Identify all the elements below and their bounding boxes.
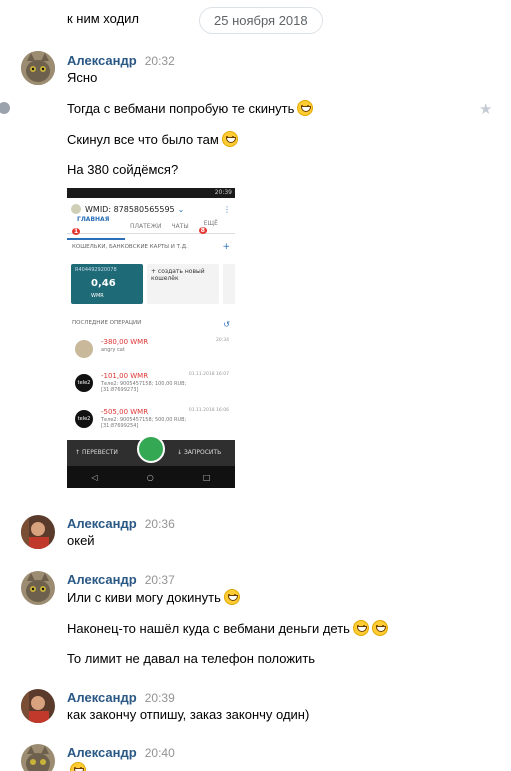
message-text: То лимит не давал на телефон положить xyxy=(67,651,316,666)
avatar[interactable] xyxy=(21,689,55,723)
request-button-label: ↓ ЗАПРОСИТЬ xyxy=(177,449,222,456)
date-separator[interactable]: 25 ноября 2018 xyxy=(199,7,323,34)
message-time[interactable]: 20:40 xyxy=(145,746,175,760)
message-author[interactable]: Александр 20:37 xyxy=(67,572,175,587)
grin-emoji-icon xyxy=(297,100,314,116)
star-icon[interactable]: ★ xyxy=(479,100,492,118)
message-author[interactable]: Александр 20:32 xyxy=(67,53,175,68)
rofl-emoji-icon xyxy=(371,620,388,636)
message-text: Тогда с вебмани попробую те скинуть xyxy=(67,100,314,116)
message-text: окей xyxy=(67,533,95,548)
back-icon: ◁ xyxy=(91,472,98,482)
send-button-label: ↑ ПЕРЕВЕСТИ xyxy=(75,449,118,456)
history-icon: ↺ xyxy=(223,320,230,329)
message-time[interactable]: 20:32 xyxy=(145,54,175,68)
author-name[interactable]: Александр xyxy=(67,690,137,705)
tab-more: ЕЩЁ 8 xyxy=(198,219,218,234)
wallets-section-title: КОШЕЛЬКИ, БАНКОВСКИЕ КАРТЫ И Т.Д. + xyxy=(72,242,230,252)
grin-emoji-icon xyxy=(221,131,238,147)
message-text xyxy=(67,762,86,771)
more-icon: ⋮ xyxy=(223,204,231,214)
author-name[interactable]: Александр xyxy=(67,53,137,68)
operation-row: tele2 -101,00 WMR Теле2: 9005457158; 100… xyxy=(71,370,233,398)
wallet-card: R404492920078 0,46 WMR xyxy=(71,264,143,304)
tele2-logo-icon: tele2 xyxy=(75,410,93,428)
new-wallet-card: + создать новый кошелёк xyxy=(147,264,219,304)
message-text: На 380 сойдёмся? xyxy=(67,162,179,177)
tab-chats: ЧАТЫ xyxy=(171,223,189,230)
status-bar: 20:39 xyxy=(67,188,235,198)
author-name[interactable]: Александр xyxy=(67,745,137,760)
tab-payments: ПЛАТЕЖИ xyxy=(130,223,162,230)
message-text: Ясно xyxy=(67,70,98,85)
message-time[interactable]: 20:37 xyxy=(145,573,175,587)
author-name[interactable]: Александр xyxy=(67,572,137,587)
operation-row: tele2 -505,00 WMR Теле2: 9005457158; 500… xyxy=(71,406,233,434)
home-icon: ○ xyxy=(146,472,154,482)
avatar[interactable] xyxy=(21,51,55,85)
avatar[interactable] xyxy=(21,571,55,605)
flushed-emoji-icon xyxy=(352,620,369,636)
select-check-icon[interactable] xyxy=(0,102,10,114)
message-author[interactable]: Александр 20:40 xyxy=(67,745,175,760)
message-text: Наконец-то нашёл куда с вебмани деньги д… xyxy=(67,620,388,636)
phone-tabs: ГЛАВНАЯ 1 ПЛАТЕЖИ ЧАТЫ ЕЩЁ 8 xyxy=(67,216,235,240)
message-text: Или с киви могу докинуть xyxy=(67,589,240,605)
attached-screenshot[interactable]: 20:39 WMID: 878580565595 ⌄ ⋮ ГЛАВНАЯ 1 П… xyxy=(67,188,235,488)
grin-emoji-icon xyxy=(223,589,240,605)
avatar-icon xyxy=(71,204,81,214)
tab-main: ГЛАВНАЯ 1 xyxy=(67,214,125,240)
next-card-stub xyxy=(223,264,235,304)
recents-icon: □ xyxy=(202,472,211,482)
avatar[interactable] xyxy=(21,744,55,771)
message-text: как закончу отпишу, заказ закончу один) xyxy=(67,707,310,722)
plus-icon: + xyxy=(222,242,230,252)
grin-emoji-icon xyxy=(70,762,86,771)
previous-message-text: к ним ходил xyxy=(67,11,140,26)
message-time[interactable]: 20:39 xyxy=(145,691,175,705)
wmid-label: WMID: 878580565595 xyxy=(85,204,175,214)
android-nav-bar: ◁ ○ □ xyxy=(67,466,235,488)
message-text: Скинул все что было там xyxy=(67,131,238,147)
author-name[interactable]: Александр xyxy=(67,516,137,531)
operations-section-title: ПОСЛЕДНИЕ ОПЕРАЦИИ ↺ xyxy=(72,320,230,329)
operation-row: -380,00 WMR angry cat 20:34 xyxy=(71,336,233,364)
qr-fab-icon xyxy=(137,435,165,463)
avatar[interactable] xyxy=(21,515,55,549)
message-author[interactable]: Александр 20:36 xyxy=(67,516,175,531)
cat-avatar-icon xyxy=(75,340,93,358)
message-author[interactable]: Александр 20:39 xyxy=(67,690,175,705)
tele2-logo-icon: tele2 xyxy=(75,374,93,392)
message-time[interactable]: 20:36 xyxy=(145,517,175,531)
chevron-down-icon: ⌄ xyxy=(177,204,185,214)
